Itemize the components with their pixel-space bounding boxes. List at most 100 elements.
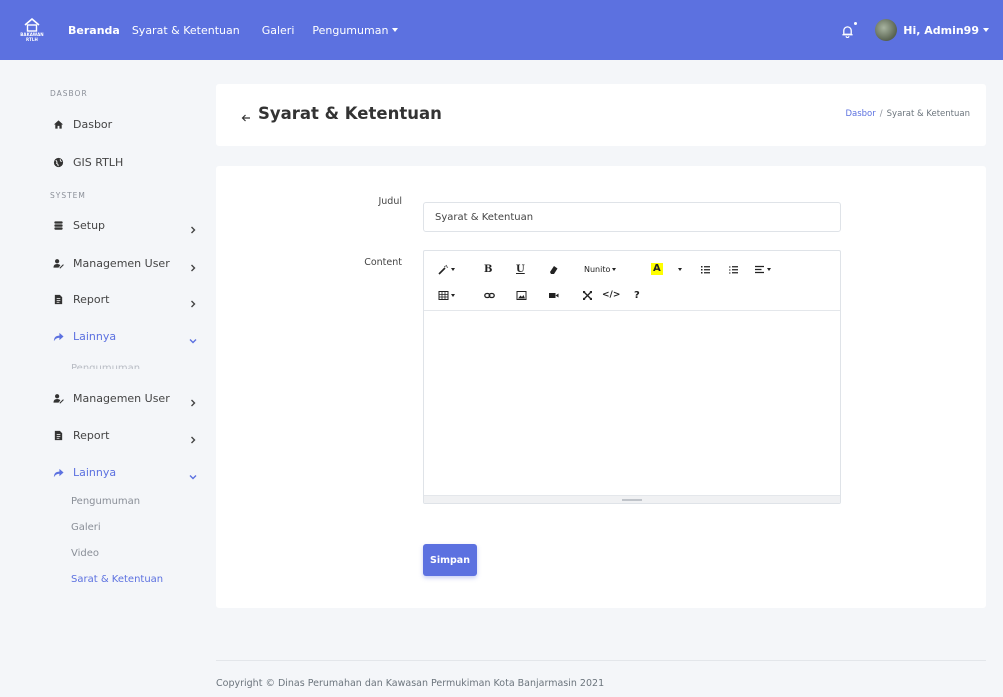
chevron-down-icon xyxy=(188,467,198,480)
section-title-dasbor: DASBOR xyxy=(50,89,88,98)
code-view-button[interactable]: </> xyxy=(602,287,620,303)
chevron-down-icon xyxy=(767,267,771,271)
unordered-list-button[interactable] xyxy=(700,261,711,277)
chevron-right-icon xyxy=(188,294,198,308)
breadcrumb-separator: / xyxy=(879,109,883,119)
nav-pengumuman-dropdown[interactable]: Pengumuman xyxy=(312,23,399,37)
home-icon xyxy=(52,118,64,130)
top-navbar: BAKAWAN RTLH Beranda Syarat & Ketentuan … xyxy=(0,0,1003,60)
nav-galeri[interactable]: Galeri xyxy=(262,24,295,37)
sidebar-item-report[interactable]: Report xyxy=(52,425,200,445)
user-menu[interactable]: Hi, Admin99 xyxy=(903,24,989,37)
ordered-list-button[interactable] xyxy=(728,261,739,277)
notification-dot xyxy=(854,22,858,25)
share-arrow-icon xyxy=(52,330,64,342)
sidebar-item-lainnya[interactable]: Lainnya xyxy=(52,326,200,346)
highlight-color-button[interactable]: A xyxy=(651,261,663,277)
video-button[interactable] xyxy=(548,287,559,303)
chevron-down-icon xyxy=(983,27,989,32)
database-icon xyxy=(52,219,64,231)
font-family-dropdown[interactable]: Nunito xyxy=(584,261,617,277)
sidebar-item-dasbor[interactable]: Dasbor xyxy=(52,114,200,134)
chevron-down-icon xyxy=(612,267,617,271)
image-button[interactable] xyxy=(516,287,527,303)
sidebar-subitem-syarat-ketentuan[interactable]: Sarat & Ketentuan xyxy=(71,574,163,585)
chevron-down-icon xyxy=(678,267,682,271)
back-arrow-icon[interactable] xyxy=(241,108,251,122)
section-title-system: SYSTEM xyxy=(50,191,86,200)
notification-bell-icon[interactable] xyxy=(841,22,858,39)
sidebar-item-label: Report xyxy=(73,428,110,442)
page-title: Syarat & Ketentuan xyxy=(258,104,442,123)
link-button[interactable] xyxy=(484,287,495,303)
nav-syarat-ketentuan[interactable]: Syarat & Ketentuan xyxy=(132,24,240,37)
app-logo[interactable]: BAKAWAN RTLH xyxy=(14,0,50,60)
highlight-letter: A xyxy=(651,263,663,275)
chevron-down-icon xyxy=(451,293,455,297)
sidebar-subitem-video[interactable]: Video xyxy=(71,548,99,559)
nav-pengumuman-label: Pengumuman xyxy=(312,23,389,37)
editor-toolbar: B U Nunito A </> ? xyxy=(424,251,840,311)
breadcrumb: Dasbor / Syarat & Ketentuan xyxy=(845,109,970,119)
sidebar-item-managemen-user[interactable]: Managemen User xyxy=(52,253,200,273)
magic-wand-icon xyxy=(438,264,449,275)
sidebar-item-label: Setup xyxy=(73,218,106,232)
save-button[interactable]: Simpan xyxy=(423,544,477,576)
sidebar: DASBOR Dasbor GIS RTLH SYSTEM Setup Mana… xyxy=(0,60,200,697)
rich-text-editor: B U Nunito A </> ? xyxy=(423,250,841,504)
sidebar-item-label: Report xyxy=(73,292,110,306)
user-edit-icon xyxy=(52,392,64,404)
footer-copyright: Copyright © Dinas Perumahan dan Kawasan … xyxy=(216,678,605,689)
sidebar-item-label: Managemen User xyxy=(73,256,170,270)
chevron-right-icon xyxy=(188,220,198,234)
fullscreen-button[interactable] xyxy=(582,287,593,303)
list-ul-icon xyxy=(701,265,710,273)
user-edit-icon xyxy=(52,257,64,269)
judul-input[interactable] xyxy=(423,202,841,232)
fullscreen-icon xyxy=(583,290,592,300)
bold-button[interactable]: B xyxy=(484,261,492,277)
footer-divider xyxy=(216,660,986,661)
sidebar-item-label: Lainnya xyxy=(73,329,117,343)
file-report-icon xyxy=(52,293,64,305)
eraser-icon xyxy=(550,265,558,274)
breadcrumb-current: Syarat & Ketentuan xyxy=(886,109,970,119)
nav-beranda[interactable]: Beranda xyxy=(68,24,120,37)
logo-text-line2: RTLH xyxy=(26,37,38,42)
chevron-right-icon xyxy=(188,393,198,407)
font-family-label: Nunito xyxy=(584,264,611,274)
sidebar-subitem-galeri[interactable]: Galeri xyxy=(71,522,101,533)
sidebar-item-gis-rtlh[interactable]: GIS RTLH xyxy=(52,152,200,172)
globe-icon xyxy=(52,156,64,168)
sidebar-item-lainnya[interactable]: Lainnya xyxy=(52,462,200,482)
editor-resize-handle[interactable] xyxy=(424,495,840,503)
sidebar-item-label: Lainnya xyxy=(73,465,117,479)
chevron-right-icon xyxy=(188,430,198,444)
content-label: Content xyxy=(364,257,402,268)
table-icon xyxy=(438,290,449,300)
table-button[interactable] xyxy=(438,287,455,303)
chevron-down-icon xyxy=(451,267,455,271)
sidebar-item-managemen-user[interactable]: Managemen User xyxy=(52,388,200,408)
file-report-icon xyxy=(52,429,64,441)
chevron-down-icon xyxy=(188,331,198,344)
resize-grip-icon xyxy=(622,499,642,501)
sidebar-item-report[interactable]: Report xyxy=(52,289,200,309)
sidebar-item-label: Dasbor xyxy=(73,117,113,131)
video-icon xyxy=(549,292,559,298)
share-arrow-icon xyxy=(52,466,64,478)
sidebar-subitem-pengumuman[interactable]: Pengumuman xyxy=(71,496,140,507)
paragraph-align-button[interactable] xyxy=(754,261,771,277)
eraser-button[interactable] xyxy=(548,261,559,277)
page-header-card: Syarat & Ketentuan Dasbor / Syarat & Keten… xyxy=(216,84,986,146)
underline-button[interactable]: U xyxy=(516,261,525,277)
sidebar-item-label: GIS RTLH xyxy=(73,155,124,169)
editor-content-area[interactable] xyxy=(424,311,840,495)
color-dropdown-button[interactable] xyxy=(674,261,684,277)
sidebar-subitem-pengumuman-partial[interactable]: Pengumuman xyxy=(71,363,140,369)
magic-style-button[interactable] xyxy=(438,261,455,277)
help-button[interactable]: ? xyxy=(634,287,640,303)
sidebar-item-setup[interactable]: Setup xyxy=(52,215,200,235)
user-avatar[interactable] xyxy=(875,19,898,41)
breadcrumb-dasbor-link[interactable]: Dasbor xyxy=(845,109,875,119)
